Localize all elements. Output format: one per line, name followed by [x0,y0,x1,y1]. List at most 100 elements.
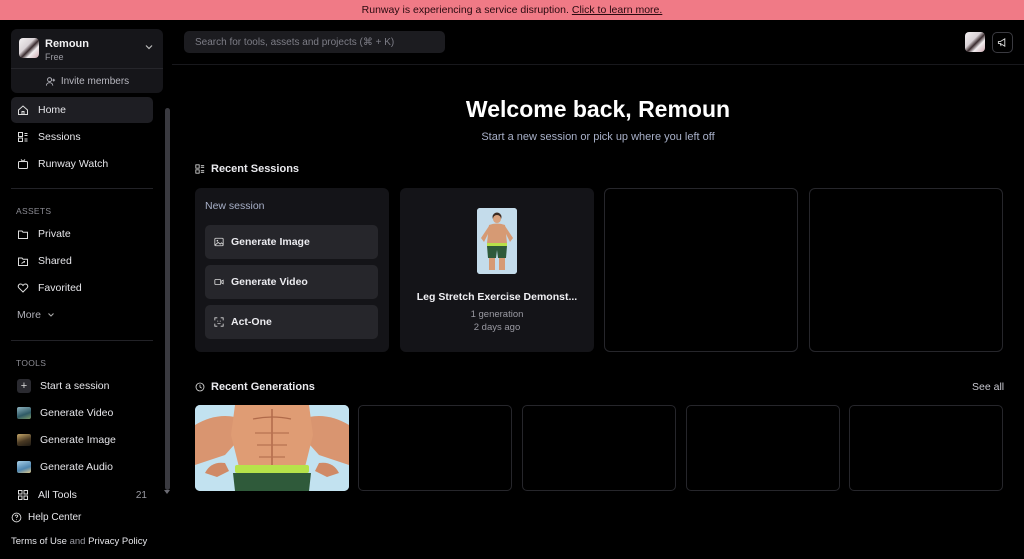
generation-placeholder [849,405,1003,491]
legal-and: and [69,536,86,547]
privacy-link[interactable]: Privacy Policy [88,536,147,547]
audio-thumb-icon [17,461,31,473]
nav-favorited-label: Favorited [38,282,82,294]
tool-all-tools-label: All Tools [38,489,77,501]
new-session-card: New session Generate Image Generate Vide… [195,188,389,352]
tools-heading: TOOLS [16,358,47,368]
nav-home[interactable]: Home [11,97,153,123]
generation-placeholder [358,405,512,491]
workspace-name: Remoun [45,38,89,50]
more-label: More [17,309,41,321]
tool-generate-audio[interactable]: Generate Audio [11,454,153,480]
face-scan-icon [214,317,224,327]
generation-image [195,405,349,491]
session-placeholder [604,188,798,352]
recent-sessions-heading: Recent Sessions [195,163,299,175]
clock-icon [195,382,205,392]
image-icon [214,237,224,247]
new-session-title: New session [205,200,265,212]
nav-runway-watch-label: Runway Watch [38,158,109,170]
nav-sessions[interactable]: Sessions [11,124,153,150]
welcome-subtitle: Start a new session or pick up where you… [481,131,715,143]
recent-generations-label: Recent Generations [211,381,315,393]
see-all-link[interactable]: See all [972,381,1004,393]
session-title: Leg Stretch Exercise Demonst... [416,291,578,303]
help-center-label: Help Center [28,512,82,523]
nav-more[interactable]: More [11,302,153,328]
service-banner: Runway is experiencing a service disrupt… [0,0,1024,20]
sessions-icon [18,132,28,142]
tool-generate-video-label: Generate Video [40,407,114,419]
tool-start-session[interactable]: + Start a session [11,373,153,399]
workspace-switcher[interactable]: Remoun Free [11,29,163,69]
recent-sessions-label: Recent Sessions [211,163,300,175]
generate-image-button[interactable]: Generate Image [205,225,378,259]
generate-video-label: Generate Video [231,276,308,288]
sidebar: Remoun Free Invite members Home Sessions… [0,20,172,559]
home-icon [18,105,28,115]
image-thumb-icon [17,434,31,446]
nav-shared[interactable]: Shared [11,248,153,274]
nav-private[interactable]: Private [11,221,153,247]
banner-link[interactable]: Click to learn more. [572,4,662,16]
tv-icon [18,159,28,169]
megaphone-icon [997,38,1006,47]
tool-generate-image-label: Generate Image [40,434,116,446]
avatar [19,38,39,58]
sessions-icon [195,164,205,174]
workspace-card: Remoun Free Invite members [11,29,163,93]
workspace-plan: Free [45,52,64,62]
user-avatar[interactable] [965,32,985,52]
announcements-button[interactable] [992,32,1013,53]
generation-placeholder [686,405,840,491]
heart-icon [17,283,29,293]
nav-runway-watch[interactable]: Runway Watch [11,151,153,177]
session-card[interactable]: Leg Stretch Exercise Demonst... 1 genera… [400,188,594,352]
search-input[interactable]: Search for tools, assets and projects (⌘… [184,31,445,53]
nav-home-label: Home [38,104,67,116]
session-time: 2 days ago [473,322,521,333]
legal-links: Terms of Use and Privacy Policy [11,536,147,547]
sidebar-scrollbar[interactable] [165,108,170,490]
sidebar-divider [11,340,153,341]
session-thumbnail [477,208,517,274]
generation-placeholder [522,405,676,491]
session-generations: 1 generation [470,309,524,320]
banner-text: Runway is experiencing a service disrupt… [361,4,569,16]
video-thumb-icon [17,407,31,419]
tool-generate-audio-label: Generate Audio [40,461,113,473]
tool-generate-video[interactable]: Generate Video [11,400,153,426]
nav-shared-label: Shared [38,255,72,267]
assets-heading: ASSETS [16,206,52,216]
tool-start-session-label: Start a session [40,380,110,392]
nav-sessions-label: Sessions [38,131,81,143]
add-user-icon [45,76,55,86]
folder-icon [18,230,28,239]
sidebar-divider [11,188,153,189]
welcome-heading: Welcome back, Remoun [465,96,731,122]
tool-all-tools[interactable]: All Tools 21 [11,482,153,508]
recent-generations-heading: Recent Generations [195,381,315,393]
scroll-down-arrow[interactable] [164,490,170,494]
terms-link[interactable]: Terms of Use [11,536,67,547]
chevron-down-icon [48,313,54,317]
help-center-link[interactable]: Help Center [11,512,81,523]
invite-label: Invite members [60,75,130,87]
session-thumbnail-image [477,208,517,274]
shared-folder-icon [18,257,28,266]
plus-icon: + [17,379,31,393]
generate-image-label: Generate Image [231,236,310,248]
session-placeholder [809,188,1003,352]
invite-members-button[interactable]: Invite members [11,73,163,89]
tool-count: 21 [135,489,147,501]
nav-favorited[interactable]: Favorited [11,275,153,301]
generate-video-button[interactable]: Generate Video [205,265,378,299]
generation-thumbnail[interactable] [195,405,349,491]
video-camera-icon [214,279,224,285]
help-icon [11,512,22,523]
tool-generate-image[interactable]: Generate Image [11,427,153,453]
grid-icon [18,490,28,500]
top-bar: Search for tools, assets and projects (⌘… [172,20,1024,65]
act-one-button[interactable]: Act-One [205,305,378,339]
chevron-down-icon [145,45,153,50]
